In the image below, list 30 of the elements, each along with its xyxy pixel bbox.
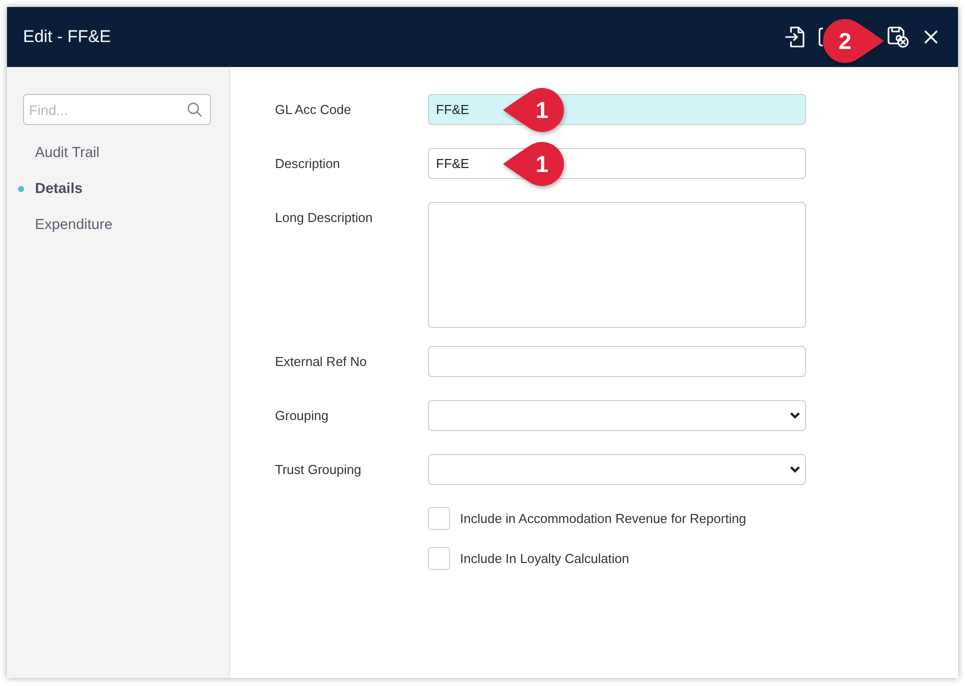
window-title: Edit - FF&E [23,27,111,47]
field-label: GL Acc Code [275,101,352,119]
search-icon [187,102,202,117]
callout-marker: 1 [503,88,564,132]
sidebar-item[interactable]: Details [35,181,83,197]
close-icon[interactable] [924,30,938,44]
save-cancel-icon[interactable] [887,26,909,48]
checkbox[interactable] [428,507,450,530]
field-label: Long Description [275,209,373,227]
search-field[interactable]: Find... [23,94,211,125]
field-label: Description [275,155,340,173]
field-label: Trust Grouping [275,461,362,479]
chevron-down-icon [790,466,800,473]
dropdown-field[interactable] [428,400,806,431]
textarea-field[interactable] [428,202,806,328]
import-icon[interactable] [785,26,805,48]
chevron-down-icon [790,412,800,419]
sidebar-item[interactable]: Expenditure [35,217,112,233]
sidebar-item[interactable]: Audit Trail [35,145,100,161]
toolbar-icon[interactable] [818,27,823,47]
checkbox[interactable] [428,547,450,570]
dot-icon [18,186,24,192]
field-label: External Ref No [275,353,367,371]
text-field[interactable] [428,346,806,377]
checkbox-label[interactable]: Include In Loyalty Calculation [460,551,630,566]
callout-marker: 1 [503,142,564,186]
field-label: Grouping [275,407,328,425]
callout-marker: 2 [823,19,884,63]
checkbox-label[interactable]: Include in Accommodation Revenue for Reporting [460,511,746,526]
dropdown-field[interactable] [428,454,806,485]
